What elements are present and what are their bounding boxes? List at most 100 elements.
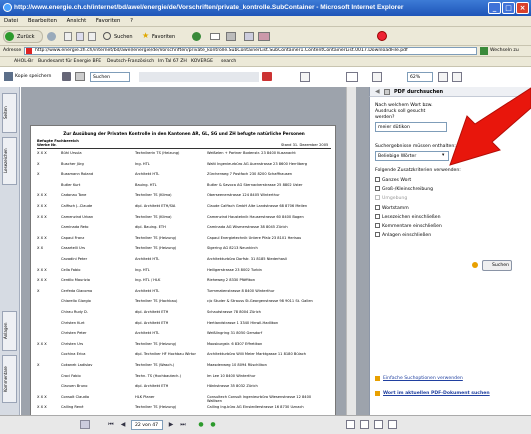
link-im-tal[interactable]: Im Tal 67 ZH (158, 59, 187, 64)
cell-addr: Oberseenerstrasse 124 8405 Winterthur (207, 193, 280, 198)
refresh-icon[interactable] (76, 32, 84, 41)
favorites-label: Favoriten (152, 34, 176, 40)
option-kommentare[interactable]: Kommentare einschließen (375, 222, 442, 231)
cell-addr: c/o Studer & Strauss St.Georgenstrasse 9… (207, 299, 313, 304)
checkbox[interactable] (375, 213, 380, 219)
facing-icon[interactable] (374, 420, 383, 429)
checkbox[interactable] (375, 186, 380, 192)
cell-addr: Hertlandstrasse 1 3340 Hinwil-Hadlikon (207, 320, 279, 325)
table-row: Cochina Erica dipl. Techniker HF Hochbau … (31, 352, 335, 363)
checkbox[interactable] (375, 204, 380, 210)
menu-ansicht[interactable]: Ansicht (67, 18, 87, 24)
edit-icon[interactable] (244, 32, 254, 41)
first-page-icon[interactable]: ⏮ (106, 421, 116, 430)
cell-addr: Maasdenweg 10 8094 Rüschlikon (207, 363, 267, 367)
search-icon (103, 32, 111, 40)
link-search[interactable]: search (221, 59, 236, 64)
cell-addr: Camenzind Hausteknik Hauserstrasse 60 84… (207, 214, 304, 219)
arrow-bullet-icon (375, 391, 380, 396)
option-wortstamm[interactable]: Wortstamm (375, 204, 442, 213)
search-term-input[interactable]: meier dütikon (375, 122, 447, 132)
option-gross-klein[interactable]: Groß-/Kleinschreibung (375, 185, 442, 194)
continuous-facing-icon[interactable] (388, 420, 397, 429)
search-current-pdf-link[interactable]: Wort im aktuellen PDF-Dokument suchen (383, 391, 490, 396)
previous-page-icon[interactable]: ◀ (118, 421, 128, 430)
menu-help[interactable]: ? (130, 18, 133, 24)
table-row: X Buscher Jürg Ing. HTL Walti Ingenieurbüro… (31, 161, 335, 173)
table-row: Butler Kurt Bauing. HTL Butler & Savoca AG… (31, 182, 335, 194)
option-label: Anlagen einschließen (382, 233, 432, 239)
checkbox[interactable] (375, 223, 380, 229)
home-icon[interactable] (88, 32, 96, 41)
simple-search-link[interactable]: Einfache Suchoptionen verwenden (383, 376, 463, 381)
zoom-field[interactable]: 62% (407, 72, 433, 82)
window-title-bar: http://www.energie.ch.ch/internet/bd/awe… (0, 0, 531, 16)
close-button[interactable]: × (516, 2, 529, 14)
cell-m: X X X (37, 214, 47, 219)
link-bfe[interactable]: Bundesamt für Energie BFE (38, 59, 101, 64)
print-icon[interactable] (226, 32, 236, 41)
table-row: Christen Kurt dipl. Architekt ETH Hertland… (31, 320, 335, 332)
address-input[interactable]: http://www.energie.zh.ch/internet/bd/awe… (24, 47, 477, 55)
checkbox[interactable] (375, 232, 380, 238)
menu-bearbeiten[interactable]: Bearbeiten (28, 18, 57, 24)
cell-addr: Caminada AG Wismerstrasse 38 8045 Zürich (207, 225, 288, 230)
option-label: Wortstamm (382, 205, 409, 211)
save-copy-button[interactable]: Kopie speichern (15, 74, 51, 79)
table-row: Christen Peter Architekt HTL Weißlingring … (31, 331, 335, 342)
select-tool-icon[interactable] (262, 72, 272, 81)
stop-icon[interactable] (64, 32, 72, 41)
help-icon[interactable] (452, 72, 462, 82)
single-page-icon[interactable] (346, 420, 355, 429)
tab-lesezeichen[interactable]: Lesezeichen (2, 137, 17, 185)
go-arrow-icon[interactable] (480, 47, 488, 55)
search-submit-button[interactable]: Suchen (482, 260, 512, 271)
document-scrollbar[interactable] (346, 87, 356, 415)
go-forward-icon[interactable]: ● (208, 421, 218, 430)
next-page-icon[interactable]: ▶ (166, 421, 176, 430)
cell-name: Cochina Erica (61, 352, 86, 357)
menu-favoriten[interactable]: Favoriten (96, 18, 121, 24)
print-pdf-icon[interactable] (62, 72, 71, 81)
link-koverge[interactable]: KOVERGE (191, 59, 213, 64)
history-icon[interactable] (192, 32, 201, 41)
option-lesezeichen[interactable]: Lesezeichen einschließen (375, 213, 442, 222)
minimize-button[interactable]: _ (488, 2, 501, 14)
maximize-button[interactable]: □ (502, 2, 515, 14)
last-page-icon[interactable]: ⏭ (178, 421, 188, 430)
zoom-in-icon[interactable] (372, 72, 382, 82)
pdf-page[interactable]: Zur Ausübung der Privaten Kontrolle in d… (30, 125, 336, 417)
cell-role: Bauing. HTL (135, 182, 157, 187)
option-anlagen[interactable]: Anlagen einschließen (375, 231, 442, 240)
zoom-out-icon[interactable] (300, 72, 310, 82)
discuss-icon[interactable] (258, 32, 270, 41)
go-button[interactable]: Wechseln zu (490, 48, 519, 53)
link-ahol[interactable]: AHOL-Br (14, 59, 33, 64)
plugin-icon[interactable] (377, 31, 387, 41)
fit-page-icon[interactable] (346, 72, 358, 82)
menu-datei[interactable]: Datei (4, 18, 18, 24)
tab-anlagen[interactable]: Anlagen (2, 311, 17, 351)
option-ganzes-wort[interactable]: Ganzes Wort (375, 176, 442, 185)
go-back-icon[interactable]: ● (196, 421, 206, 430)
mail-icon[interactable] (210, 33, 220, 40)
checkbox[interactable] (375, 177, 380, 182)
tab-seiten[interactable]: Seiten (2, 93, 17, 133)
pdf-search-field[interactable]: Suchen (90, 72, 130, 82)
results-contain-select[interactable]: Beliebige Wörter ▾ (375, 151, 449, 161)
cell-addr: Walti Ingenieurbüro AG Auenstrasse 23 86… (207, 161, 308, 166)
panel-back-icon[interactable]: ◀ (375, 88, 380, 95)
binoculars-icon[interactable] (75, 72, 85, 81)
rotate-icon[interactable] (438, 72, 448, 82)
address-label: Adresse (3, 48, 22, 53)
continuous-icon[interactable] (360, 420, 369, 429)
cell-name: Calling René (61, 405, 84, 410)
pdf-status-bar: ⏮ ◀ 22 von 47 ▶ ⏭ ● ● (0, 415, 531, 434)
link-deutsch-franzoesisch[interactable]: Deutsch-Französisch (107, 59, 154, 64)
cell-addr: Weißlingring 31 8050 Gersdorf (207, 331, 263, 336)
page-number-field[interactable]: 22 von 47 (131, 420, 163, 430)
forward-arrow-icon[interactable] (47, 32, 56, 41)
option-label: Ganzes Wort (382, 178, 412, 183)
tab-kommentare[interactable]: Kommentare (2, 355, 17, 403)
cell-name: Casartelli Urs (61, 246, 86, 251)
